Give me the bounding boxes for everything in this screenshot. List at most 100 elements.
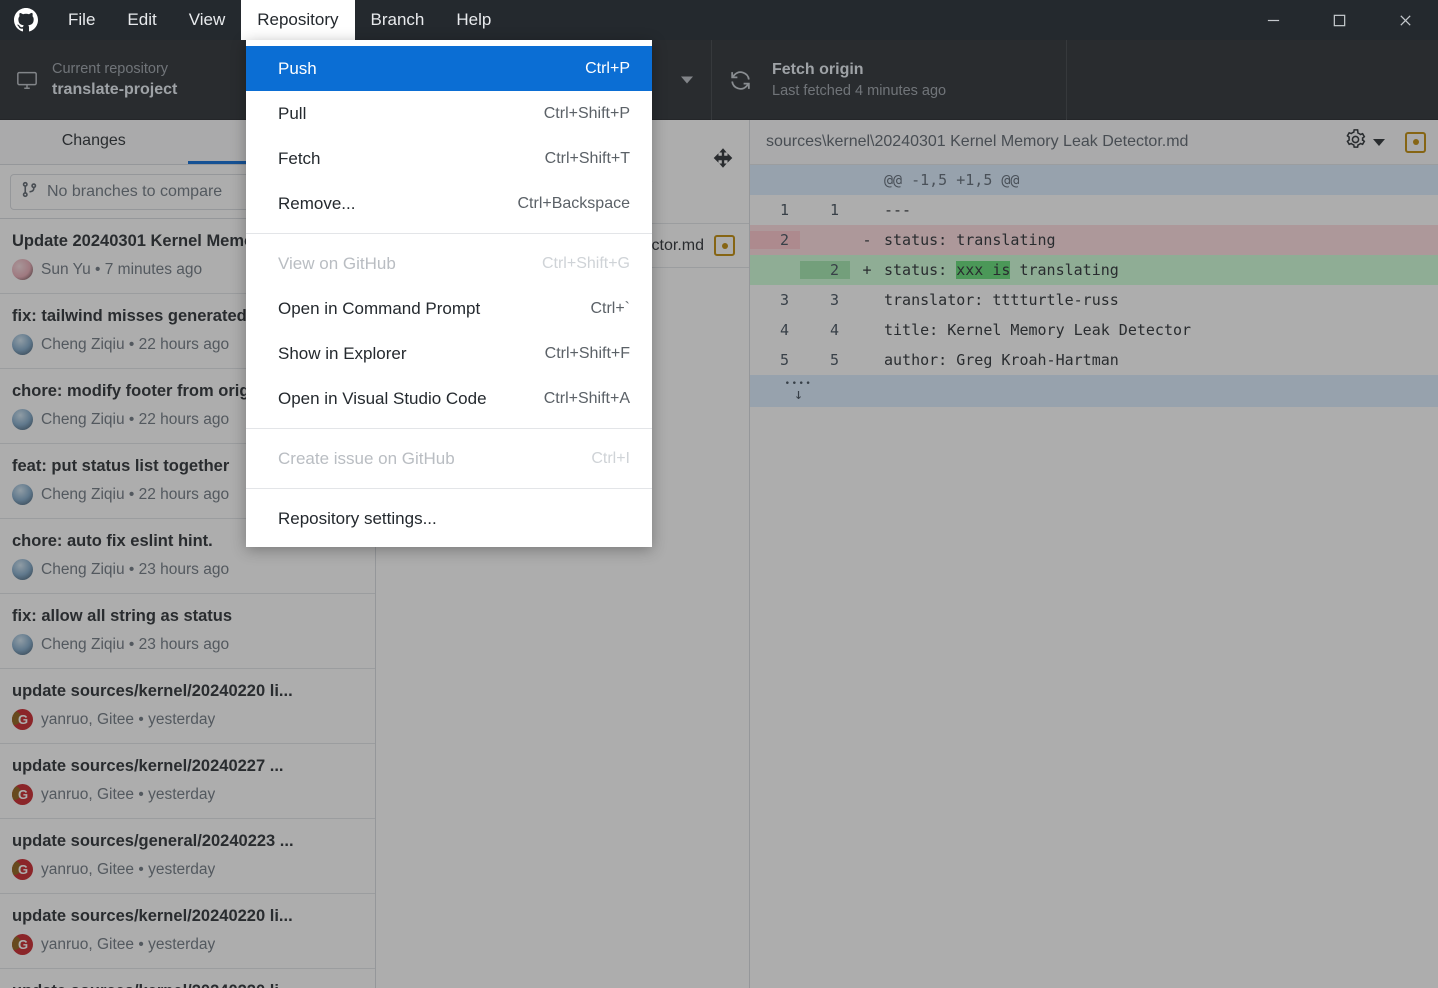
menu-item-create-issue-on-github: Create issue on GitHub Ctrl+I (246, 436, 652, 481)
diff-new-line-number: 3 (829, 291, 839, 309)
menu-item-show-in-explorer[interactable]: Show in Explorer Ctrl+Shift+F (246, 331, 652, 376)
diff-marker: - (862, 231, 872, 249)
menu-item-shortcut: Ctrl+Shift+T (544, 149, 630, 167)
menu-branch[interactable]: Branch (355, 0, 441, 40)
diff-line-text: --- (884, 201, 912, 219)
menu-item-remove[interactable]: Remove... Ctrl+Backspace (246, 181, 652, 226)
commit-meta: yanruo, Gitee • yesterday (12, 709, 363, 730)
commit-summary: update sources/general/20240223 ... (12, 832, 294, 850)
diff-line-hunk[interactable]: @@ -1,5 +1,5 @@ (750, 165, 1438, 195)
repository-menu-dropdown[interactable]: Push Ctrl+P Pull Ctrl+Shift+P Fetch Ctrl+Shif… (246, 40, 652, 547)
avatar (12, 559, 33, 580)
commit-meta: yanruo, Gitee • yesterday (12, 859, 363, 880)
commit-summary: update sources/kernel/20240227 ... (12, 757, 284, 775)
menu-item-shortcut: Ctrl+Shift+P (543, 104, 630, 122)
menu-item-label: Create issue on GitHub (278, 448, 455, 468)
chevron-down-icon (1373, 138, 1385, 146)
menu-edit[interactable]: Edit (111, 0, 172, 40)
commit-meta: yanruo, Gitee • yesterday (12, 934, 363, 955)
diff-file-path: sources\kernel\20240301 Kernel Memory Le… (766, 133, 1189, 150)
diff-line-del[interactable]: 2 - status: translating (750, 225, 1438, 255)
gear-icon (1344, 128, 1367, 156)
diff-word-highlight: xxx is (956, 261, 1011, 279)
maximize-icon[interactable] (1306, 0, 1372, 40)
commit-list-item[interactable]: update sources/general/20240223 ... yanru… (0, 819, 375, 894)
repo-desktop-icon (16, 69, 52, 91)
diff-old-line-number: 4 (779, 321, 789, 339)
commit-summary: update sources/kernel/20240220 li... (12, 979, 363, 988)
github-mark-icon (0, 0, 52, 40)
menu-item-shortcut: Ctrl+I (591, 449, 630, 467)
diff-line-ctx[interactable]: 3 3 translator: tttturtle-russ (750, 285, 1438, 315)
menu-item-label: View on GitHub (278, 253, 396, 273)
diff-new-line-number: 5 (829, 351, 839, 369)
minimize-icon[interactable] (1240, 0, 1306, 40)
commit-author-and-time: Sun Yu • 7 minutes ago (41, 260, 203, 278)
expand-down-icon: •••• ↓ (784, 379, 813, 403)
menu-help[interactable]: Help (440, 0, 507, 40)
menu-item-fetch[interactable]: Fetch Ctrl+Shift+T (246, 136, 652, 181)
diff-content[interactable]: @@ -1,5 +1,5 @@ 1 1 --- 2 - status: translatin… (750, 165, 1438, 407)
menu-item-label: Fetch (278, 148, 321, 168)
commit-list-item[interactable]: update sources/kernel/20240220 li...yanr… (0, 894, 375, 969)
commit-summary: fix: allow all string as status (12, 607, 233, 625)
diff-marker: + (862, 261, 872, 279)
close-icon[interactable] (1372, 0, 1438, 40)
avatar (12, 334, 33, 355)
diff-line-add[interactable]: 2 + status: xxx is translating (750, 255, 1438, 285)
diff-line-text: status: xxx is translating (884, 261, 1119, 279)
avatar (12, 634, 33, 655)
diff-header: sources\kernel\20240301 Kernel Memory Le… (750, 120, 1438, 165)
diff-line-ctx[interactable]: 4 4 title: Kernel Memory Leak Detector (750, 315, 1438, 345)
tab-changes[interactable]: Changes (0, 120, 188, 164)
diff-line-text: author: Greg Kroah-Hartman (884, 351, 1119, 369)
app-toolbar: Current repository translate-project Fet… (0, 40, 1438, 120)
menu-item-label: Open in Command Prompt (278, 298, 481, 318)
fetch-origin-button[interactable]: Fetch origin Last fetched 4 minutes ago (712, 40, 1067, 120)
menu-item-push[interactable]: Push Ctrl+P (246, 46, 652, 91)
menu-item-pull[interactable]: Pull Ctrl+Shift+P (246, 91, 652, 136)
diff-line-ctx[interactable]: 5 5 author: Greg Kroah-Hartman (750, 345, 1438, 375)
diff-line-ctx[interactable]: 1 1 --- (750, 195, 1438, 225)
menu-item-label: Open in Visual Studio Code (278, 388, 487, 408)
commit-meta: Cheng Ziqiu • 23 hours ago (12, 559, 363, 580)
window-controls (1240, 0, 1438, 40)
diff-line-text: translator: tttturtle-russ (884, 291, 1119, 309)
menu-repository[interactable]: Repository (241, 0, 355, 40)
menu-item-shortcut: Ctrl+Shift+A (543, 389, 630, 407)
commit-list-item[interactable]: update sources/kernel/20240227 ... yanruo… (0, 744, 375, 819)
commit-meta: Cheng Ziqiu • 23 hours ago (12, 634, 363, 655)
commit-list-item[interactable]: fix: allow all string as status Cheng Ziq… (0, 594, 375, 669)
diff-expand-down-button[interactable]: •••• ↓ (750, 375, 1438, 407)
diff-settings-button[interactable] (1344, 128, 1385, 156)
menu-view[interactable]: View (173, 0, 242, 40)
menu-item-shortcut: Ctrl+P (585, 59, 630, 77)
move-handle-icon[interactable] (713, 148, 733, 176)
menu-item-shortcut: Ctrl+` (590, 299, 630, 317)
commit-author-and-time: Cheng Ziqiu • 22 hours ago (41, 485, 230, 503)
commit-list-item[interactable]: update sources/kernel/20240220 li... yanr… (0, 669, 375, 744)
menu-separator (246, 488, 652, 489)
commit-summary: update sources/kernel/20240220 li... (12, 682, 293, 700)
menu-item-shortcut: Ctrl+Backspace (517, 194, 631, 212)
diff-old-line-number: 1 (779, 201, 789, 219)
commit-author-and-time: yanruo, Gitee • yesterday (41, 710, 216, 728)
menu-file[interactable]: File (52, 0, 111, 40)
avatar (12, 709, 33, 730)
modified-file-icon (714, 235, 735, 256)
diff-line-text: @@ -1,5 +1,5 @@ (884, 171, 1020, 189)
menu-item-open-in-visual-studio-code[interactable]: Open in Visual Studio Code Ctrl+Shift+A (246, 376, 652, 421)
commit-list-item[interactable]: update sources/kernel/20240220 li...yanr… (0, 969, 375, 988)
menu-item-repository-settings[interactable]: Repository settings... (246, 496, 652, 541)
diff-old-line-number: 2 (750, 231, 800, 249)
menu-item-view-on-github: View on GitHub Ctrl+Shift+G (246, 241, 652, 286)
menu-item-shortcut: Ctrl+Shift+G (541, 254, 630, 272)
diff-new-line-number: 4 (829, 321, 839, 339)
menu-separator (246, 233, 652, 234)
menu-item-open-in-command-prompt[interactable]: Open in Command Prompt Ctrl+` (246, 286, 652, 331)
diff-line-text: status: translating (884, 231, 1056, 249)
commit-author-and-time: Cheng Ziqiu • 23 hours ago (41, 560, 230, 578)
diff-new-line-number: 1 (829, 201, 839, 219)
diff-panel: sources\kernel\20240301 Kernel Memory Le… (750, 120, 1438, 988)
